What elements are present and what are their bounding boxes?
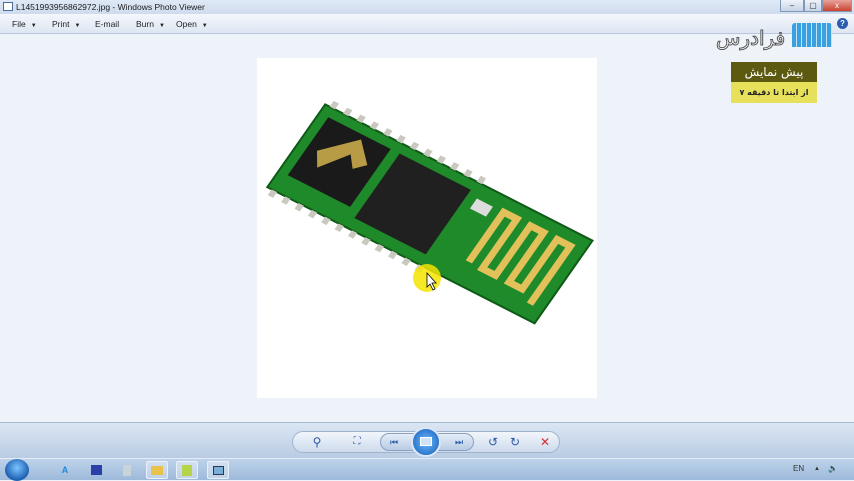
title-bar: L1451993956862972.jpg - Windows Photo Vi… xyxy=(0,0,854,14)
bluetooth-module-image xyxy=(265,100,594,325)
chevron-down-icon: ▼ xyxy=(30,23,37,29)
chevron-down-icon: ▼ xyxy=(201,23,208,29)
rotate-counterclockwise-button[interactable]: ↺ xyxy=(485,435,501,449)
actual-size-button[interactable]: ⛶ xyxy=(349,435,365,449)
language-indicator[interactable]: EN xyxy=(793,464,804,473)
logo-text: فرادرس xyxy=(715,26,786,51)
taskbar-app-icon[interactable] xyxy=(116,461,138,479)
taskbar-font-app-icon[interactable]: A xyxy=(54,461,76,479)
slideshow-icon xyxy=(420,437,432,446)
displayed-photo xyxy=(257,58,597,398)
chevron-down-icon: ▼ xyxy=(158,23,165,29)
menu-print[interactable]: Print ▼ xyxy=(52,19,80,29)
preview-badge: پیش نمایش از ابتدا تا دقیقه ۷ xyxy=(731,62,817,103)
zoom-button[interactable]: ⚲ xyxy=(309,435,325,449)
menu-label: Open xyxy=(176,19,197,29)
minimize-button[interactable]: – xyxy=(780,0,804,12)
menu-label: File xyxy=(12,19,26,29)
photo-viewer-app-icon xyxy=(3,2,13,11)
slideshow-button[interactable] xyxy=(411,427,441,457)
menu-email[interactable]: E-mail xyxy=(95,19,119,29)
taskbar-app-icon[interactable] xyxy=(85,461,107,479)
menu-open[interactable]: Open ▼ xyxy=(176,19,208,29)
book-icon xyxy=(792,23,832,47)
faradars-logo: فرادرس xyxy=(714,20,834,52)
menu-label: Print xyxy=(52,19,70,29)
menu-file[interactable]: File ▼ xyxy=(12,19,37,29)
close-button[interactable]: x xyxy=(822,0,852,12)
menu-burn[interactable]: Burn ▼ xyxy=(136,19,165,29)
window-title: L1451993956862972.jpg - Windows Photo Vi… xyxy=(16,2,205,12)
rotate-clockwise-button[interactable]: ↻ xyxy=(507,435,523,449)
next-button[interactable]: ⏭ xyxy=(451,435,467,449)
taskbar-photo-viewer-icon[interactable] xyxy=(207,461,229,479)
taskbar-explorer-icon[interactable] xyxy=(146,461,168,479)
start-button[interactable] xyxy=(5,459,29,481)
previous-button[interactable]: ⏮ xyxy=(386,435,402,449)
maximize-button[interactable]: ▢ xyxy=(804,0,822,12)
volume-icon[interactable]: 🔈 xyxy=(828,464,838,473)
chevron-down-icon: ▼ xyxy=(74,23,81,29)
taskbar-notepad-icon[interactable] xyxy=(176,461,198,479)
taskbar: A EN ▲ 🔈 xyxy=(0,458,854,481)
help-icon[interactable]: ? xyxy=(837,18,848,29)
badge-title: پیش نمایش xyxy=(731,62,817,82)
menu-label: Burn xyxy=(136,19,154,29)
show-hidden-icons-button[interactable]: ▲ xyxy=(814,466,820,472)
menu-label: E-mail xyxy=(95,19,120,29)
photo-viewer-controls: ⚲ ⛶ ↺ ↻ ✕ ⏮ ⏭ xyxy=(0,422,854,458)
delete-button[interactable]: ✕ xyxy=(537,435,553,449)
badge-subtitle: از ابتدا تا دقیقه ۷ xyxy=(731,82,817,103)
